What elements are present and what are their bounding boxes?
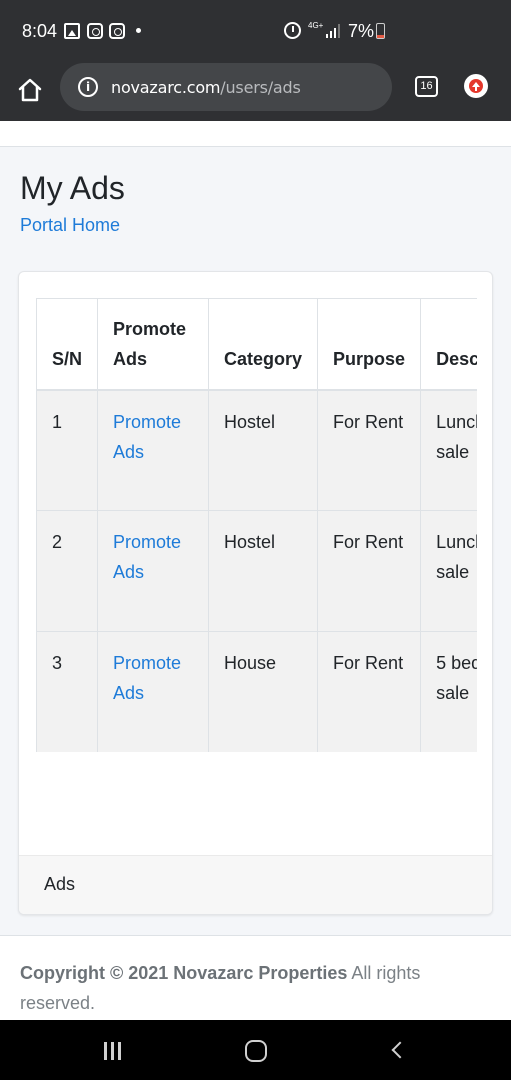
cell-category: Hostel <box>208 510 319 632</box>
home-icon[interactable] <box>17 77 43 103</box>
cell-category: Hostel <box>208 389 319 511</box>
instagram-icon <box>109 23 125 39</box>
description-text: Lunch hostel sale <box>436 532 477 582</box>
alarm-icon <box>284 22 301 39</box>
page-footer: Copyright © 2021 Novazarc Properties All… <box>0 935 511 1020</box>
cell-sn: 3 <box>36 631 99 752</box>
tabs-count-button[interactable]: 16 <box>415 76 438 97</box>
table-row: 2 Promote Ads Hostel For Rent Lunch host… <box>36 510 477 632</box>
card-footer-label: Ads <box>44 874 76 894</box>
copyright-text: Copyright © 2021 Novazarc Properties All… <box>20 958 490 1018</box>
table-row: 1 Promote Ads Hostel For Rent Lunch host… <box>36 389 477 511</box>
portal-home-link[interactable]: Portal Home <box>20 215 120 236</box>
arrow-up-icon <box>472 82 480 91</box>
header-purpose: Purpose <box>317 298 422 391</box>
ads-table-scroll[interactable]: S/N Promote Ads Category Purpose Descrip… <box>36 298 477 752</box>
table-header-row: S/N Promote Ads Category Purpose Descrip… <box>36 298 477 391</box>
status-time: 8:04 <box>22 21 58 41</box>
page-navbar <box>0 121 511 147</box>
gallery-icon <box>64 23 80 39</box>
ads-card: S/N Promote Ads Category Purpose Descrip… <box>18 271 493 915</box>
card-footer: Ads <box>19 855 492 914</box>
android-navigation-bar <box>0 1020 511 1080</box>
cell-description: Lunch hostel sale <box>420 389 477 511</box>
header-category: Category <box>208 298 319 391</box>
table-row: 3 Promote Ads House For Rent 5 bed duple… <box>36 631 477 752</box>
cell-purpose: For Rent <box>317 631 422 752</box>
cell-promote: Promote Ads <box>97 389 210 511</box>
header-sn: S/N <box>36 298 99 391</box>
battery-percent: 7% <box>348 21 375 41</box>
header-promote-ads: Promote Ads <box>97 298 210 391</box>
header-promote-ads-label: Promote Ads <box>113 318 187 369</box>
ads-table: S/N Promote Ads Category Purpose Descrip… <box>36 298 477 752</box>
instagram-icon <box>87 23 103 39</box>
promote-ads-link[interactable]: Promote Ads <box>113 407 193 467</box>
cell-promote: Promote Ads <box>97 631 210 752</box>
page-title: My Ads <box>20 170 125 206</box>
description-text: Lunch hostel sale <box>436 411 477 462</box>
copyright-owner: Copyright © 2021 Novazarc Properties <box>20 963 348 983</box>
cell-promote: Promote Ads <box>97 510 210 632</box>
header-description: Description <box>420 298 477 391</box>
back-icon[interactable] <box>391 1041 409 1059</box>
home-button-icon[interactable] <box>245 1040 267 1062</box>
promote-ads-link[interactable]: Promote Ads <box>113 527 193 587</box>
cell-sn: 1 <box>36 389 99 511</box>
browser-toolbar: i novazarc.com/users/ads 16 <box>0 62 511 121</box>
recent-apps-icon[interactable] <box>104 1042 124 1060</box>
notification-dot-icon <box>136 28 141 33</box>
update-button[interactable] <box>464 74 488 98</box>
url-text[interactable]: novazarc.com/users/ads <box>111 78 301 97</box>
url-path: /users/ads <box>220 78 301 97</box>
cell-purpose: For Rent <box>317 510 422 632</box>
network-type: 4G+ <box>308 21 324 30</box>
cell-purpose: For Rent <box>317 389 422 511</box>
description-text: 5 bed duplex sale <box>436 653 477 703</box>
cell-category: House <box>208 631 319 752</box>
battery-icon <box>376 23 385 39</box>
info-icon[interactable]: i <box>78 77 98 97</box>
cell-sn: 2 <box>36 510 99 632</box>
cell-description: 5 bed duplex sale <box>420 631 477 752</box>
promote-ads-link[interactable]: Promote Ads <box>113 648 193 708</box>
url-domain: novazarc.com <box>111 78 221 97</box>
signal-icon <box>326 24 342 38</box>
cell-description: Lunch hostel sale <box>420 510 477 632</box>
url-bar[interactable]: i novazarc.com/users/ads <box>60 63 392 111</box>
status-bar: 8:04 4G+ 7% <box>0 0 511 62</box>
